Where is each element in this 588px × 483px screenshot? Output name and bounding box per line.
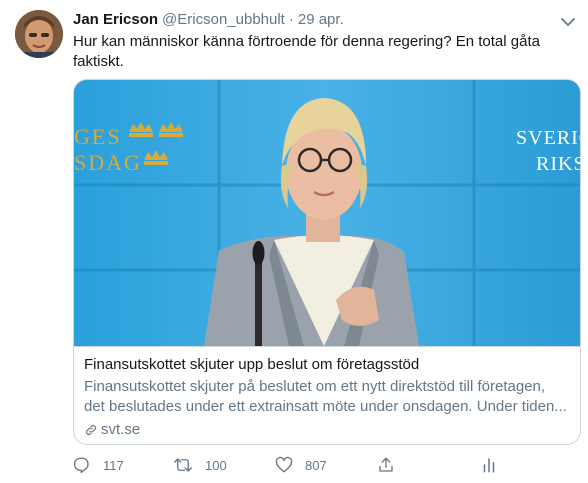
- tweet-header: Jan Ericson @Ericson_ubbhult · 29 apr.: [73, 10, 344, 30]
- analytics-icon: [483, 458, 495, 473]
- chevron-down-icon[interactable]: [560, 14, 576, 26]
- reply-button[interactable]: 117: [73, 456, 124, 474]
- card-body[interactable]: Finansutskottet skjuter upp beslut om fö…: [74, 346, 580, 444]
- author-name[interactable]: Jan Ericson: [73, 11, 158, 28]
- share-button[interactable]: [377, 456, 407, 474]
- card-image[interactable]: GES SDAG SVERIG RIKS: [74, 80, 580, 346]
- tweet-date[interactable]: 29 apr.: [298, 11, 344, 28]
- author-handle[interactable]: @Ericson_ubbhult: [162, 11, 285, 28]
- reply-count: 117: [103, 457, 124, 473]
- retweet-icon: [174, 458, 192, 472]
- card-domain: svt.se: [84, 420, 140, 440]
- card-description-line2: det beslutades under ett extrainsatt möt…: [84, 398, 567, 415]
- like-count: 807: [305, 457, 327, 473]
- like-icon: [275, 456, 293, 473]
- analytics-button[interactable]: [480, 456, 510, 474]
- avatar[interactable]: [15, 10, 63, 58]
- card-domain-text: svt.se: [101, 421, 141, 438]
- link-card[interactable]: GES SDAG SVERIG RIKS: [73, 79, 581, 445]
- action-bar: 117 100 807: [73, 456, 573, 476]
- reply-icon: [73, 457, 89, 474]
- backdrop-left-line1: GES: [74, 124, 122, 149]
- backdrop-right-line1: SVERIG: [516, 127, 580, 149]
- card-description: Finansutskottet skjuter på beslutet om e…: [84, 377, 572, 417]
- share-icon: [379, 457, 393, 472]
- tweet[interactable]: Jan Ericson @Ericson_ubbhult · 29 apr. Hur …: [0, 0, 588, 483]
- retweet-count: 100: [205, 457, 227, 473]
- separator-dot: ·: [288, 11, 294, 28]
- card-title: Finansutskottet skjuter upp beslut om fö…: [84, 356, 420, 373]
- like-button[interactable]: 807: [275, 456, 327, 474]
- backdrop-right-line2: RIKS: [536, 153, 580, 175]
- link-icon: [86, 425, 96, 435]
- backdrop-left-line2: SDAG: [74, 150, 142, 175]
- retweet-button[interactable]: 100: [173, 456, 227, 474]
- tweet-text: Hur kan människor känna förtroende för d…: [73, 33, 540, 70]
- card-description-line1: Finansutskottet skjuter på beslutet om e…: [84, 378, 546, 395]
